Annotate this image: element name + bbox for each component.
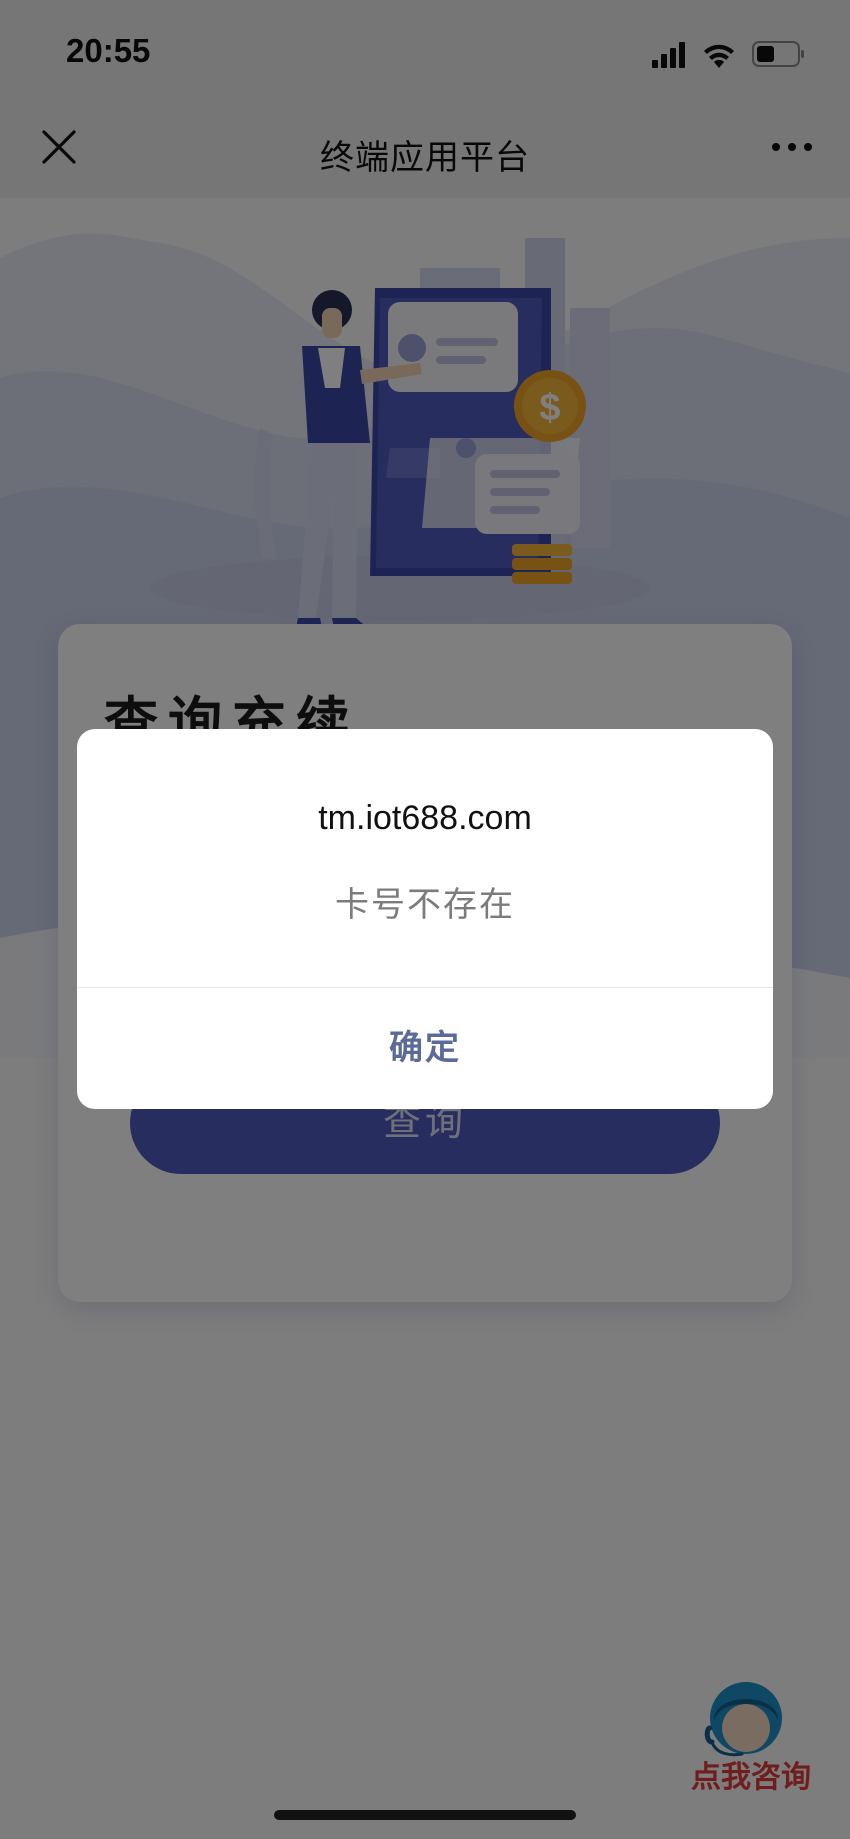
home-indicator xyxy=(274,1810,576,1820)
dialog-title: tm.iot688.com xyxy=(318,799,532,837)
confirm-button[interactable]: 确定 xyxy=(77,988,773,1109)
alert-dialog: tm.iot688.com 卡号不存在 确定 xyxy=(77,729,773,1109)
dialog-message: 卡号不存在 xyxy=(335,886,515,924)
